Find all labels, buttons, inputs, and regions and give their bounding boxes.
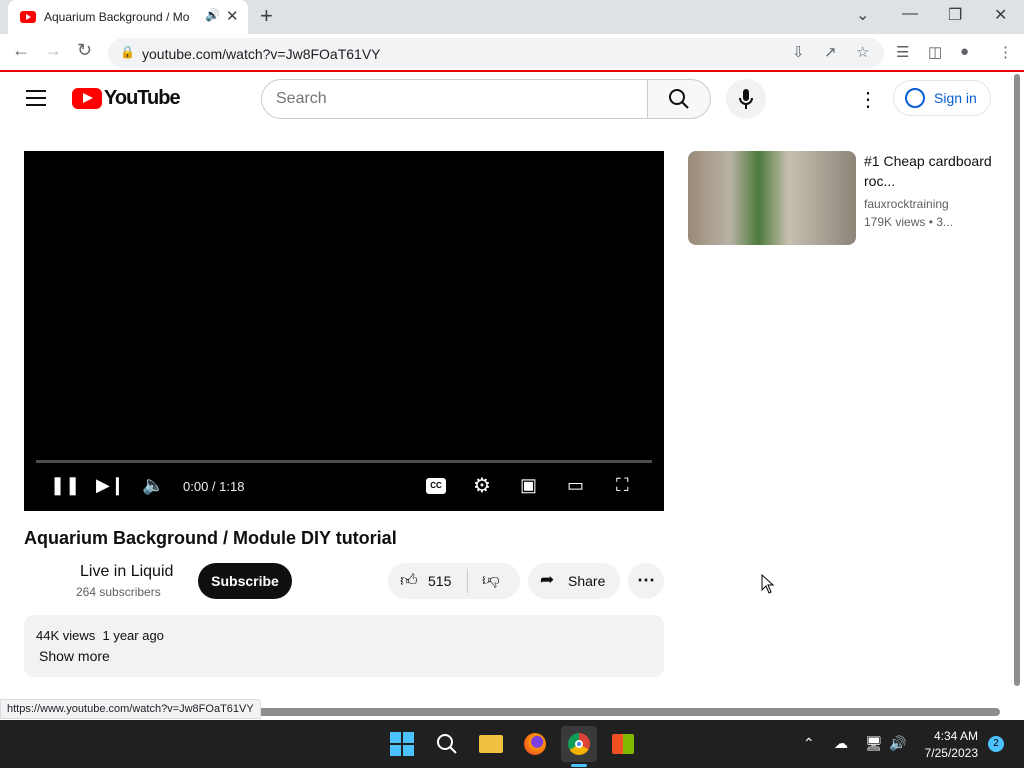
- views-and-date: 44K views 1 year ago: [36, 628, 164, 643]
- search-input[interactable]: [276, 90, 636, 108]
- chrome-icon-center: [575, 740, 583, 748]
- restore-button[interactable]: ❐: [948, 5, 962, 25]
- search-button[interactable]: [647, 79, 711, 119]
- theater-mode-icon[interactable]: ▭: [567, 475, 584, 496]
- taskbar-search-icon: [437, 734, 457, 754]
- close-window-button[interactable]: ✕: [994, 5, 1007, 25]
- browser-tab[interactable]: Aquarium Background / Mo 🔊 ✕: [8, 0, 248, 34]
- store-icon: [612, 734, 634, 754]
- settings-gear-icon[interactable]: ⚙: [473, 473, 491, 498]
- onedrive-icon[interactable]: ☁: [834, 735, 848, 752]
- youtube-header: YouTube ⋮ Sign in: [0, 74, 1012, 124]
- captions-icon[interactable]: CC: [426, 478, 446, 494]
- network-icon[interactable]: 🖥: [865, 735, 883, 752]
- speaker-icon[interactable]: 🔊: [889, 735, 906, 752]
- reload-button[interactable]: ↻: [77, 40, 92, 61]
- firefox-icon: [524, 733, 546, 755]
- file-explorer-button[interactable]: [473, 726, 509, 762]
- recommended-video-thumbnail[interactable]: [688, 151, 856, 245]
- active-app-indicator: [571, 764, 587, 767]
- minimize-button[interactable]: —: [902, 5, 918, 23]
- like-divider: [467, 569, 468, 593]
- more-actions-button[interactable]: ⋯: [628, 563, 664, 599]
- recommended-video-title[interactable]: #1 Cheap cardboard roc...: [864, 151, 994, 191]
- notification-badge[interactable]: 2: [988, 736, 1004, 752]
- youtube-logo-icon[interactable]: [72, 88, 102, 109]
- browser-toolbar: ← → ↻ 🔒 youtube.com/watch?v=Jw8FOaT61VY …: [0, 34, 1024, 72]
- lock-icon[interactable]: 🔒: [120, 45, 135, 59]
- description-box[interactable]: 44K views 1 year ago Show more: [24, 615, 664, 677]
- browser-titlebar: Aquarium Background / Mo 🔊 ✕ + ⌄ — ❐ ✕: [0, 0, 1024, 34]
- thumbs-up-icon[interactable]: 👍︎: [400, 570, 418, 591]
- clock-date[interactable]: 7/25/2023: [916, 746, 978, 760]
- time-display: 0:00 / 1:18: [183, 479, 245, 494]
- mouse-cursor-icon: [761, 574, 775, 594]
- sign-in-button[interactable]: Sign in: [893, 80, 991, 116]
- pause-icon[interactable]: ❚❚: [50, 475, 80, 496]
- install-app-icon[interactable]: ⇩: [792, 43, 805, 61]
- fullscreen-icon[interactable]: ⛶: [616, 475, 629, 496]
- tab-search-icon[interactable]: ⌄: [856, 5, 869, 25]
- progress-bar[interactable]: [36, 460, 652, 463]
- back-button[interactable]: ←: [12, 40, 30, 61]
- new-tab-button[interactable]: +: [260, 3, 273, 29]
- url-text[interactable]: youtube.com/watch?v=Jw8FOaT61VY: [142, 46, 381, 62]
- profile-icon[interactable]: ●: [960, 43, 969, 60]
- miniplayer-icon[interactable]: ▣: [520, 475, 537, 496]
- hamburger-menu-icon[interactable]: [26, 90, 46, 106]
- clock-time[interactable]: 4:34 AM: [926, 729, 978, 743]
- show-more-link[interactable]: Show more: [39, 648, 110, 664]
- forward-button[interactable]: →: [44, 40, 62, 61]
- windows-taskbar: ⌃ ☁ 🖥 🔊 4:34 AM 7/25/2023 2: [0, 720, 1024, 768]
- volume-icon[interactable]: 🔈: [142, 475, 164, 496]
- search-icon: [669, 89, 689, 109]
- voice-search-button[interactable]: [726, 79, 766, 119]
- windows-logo-icon: [390, 732, 414, 756]
- like-count[interactable]: 515: [428, 573, 451, 589]
- settings-menu-icon[interactable]: ⋮: [858, 87, 878, 112]
- share-arrow-icon: ➦: [540, 570, 555, 589]
- taskbar-search-button[interactable]: [429, 726, 465, 762]
- thumbs-down-icon[interactable]: 👍︎: [482, 570, 500, 591]
- firefox-button[interactable]: [517, 726, 553, 762]
- tab-close-icon[interactable]: ✕: [226, 7, 239, 25]
- subscriber-count: 264 subscribers: [76, 585, 161, 599]
- sign-in-label: Sign in: [934, 90, 977, 106]
- status-bar-url: https://www.youtube.com/watch?v=Jw8FOaT6…: [0, 699, 261, 719]
- share-button[interactable]: ➦ Share: [528, 563, 620, 599]
- recommended-video-meta: 179K views • 3...: [864, 215, 953, 229]
- search-box[interactable]: [261, 79, 648, 119]
- video-player[interactable]: ❚❚ ▶❙ 🔈 0:00 / 1:18 CC ⚙ ▣ ▭ ⛶: [24, 151, 664, 511]
- folder-icon: [479, 735, 503, 753]
- microphone-icon: [739, 89, 753, 109]
- tab-title: Aquarium Background / Mo: [44, 10, 190, 24]
- show-hidden-icons-icon[interactable]: ⌃: [803, 735, 815, 752]
- vertical-scroll-thumb[interactable]: [1014, 74, 1020, 686]
- subscribe-button[interactable]: Subscribe: [198, 563, 292, 599]
- audio-playing-icon[interactable]: 🔊: [205, 8, 220, 22]
- address-bar[interactable]: 🔒 youtube.com/watch?v=Jw8FOaT61VY ⇩ ↗ ☆: [108, 38, 884, 68]
- side-panel-icon[interactable]: ◫: [928, 43, 942, 61]
- microsoft-store-button[interactable]: [605, 726, 641, 762]
- like-dislike-bar: 👍︎ 515 👍︎: [388, 563, 520, 599]
- vertical-scrollbar[interactable]: [1012, 74, 1022, 690]
- browser-menu-icon[interactable]: ⋮: [998, 43, 1013, 61]
- start-button[interactable]: [384, 726, 420, 762]
- chrome-button[interactable]: [561, 726, 597, 767]
- next-video-icon[interactable]: ▶❙: [96, 475, 125, 496]
- video-title: Aquarium Background / Module DIY tutoria…: [24, 528, 397, 548]
- recommended-video-channel[interactable]: fauxrocktraining: [864, 197, 949, 211]
- share-page-icon[interactable]: ↗: [824, 43, 837, 61]
- youtube-favicon-icon: [20, 11, 36, 23]
- share-label: Share: [568, 573, 606, 589]
- bookmark-star-icon[interactable]: ☆: [856, 43, 869, 61]
- youtube-logo-text[interactable]: YouTube: [104, 87, 181, 110]
- media-controls-icon[interactable]: ☰: [896, 43, 909, 61]
- channel-name[interactable]: Live in Liquid: [80, 563, 173, 581]
- account-icon: [905, 88, 925, 108]
